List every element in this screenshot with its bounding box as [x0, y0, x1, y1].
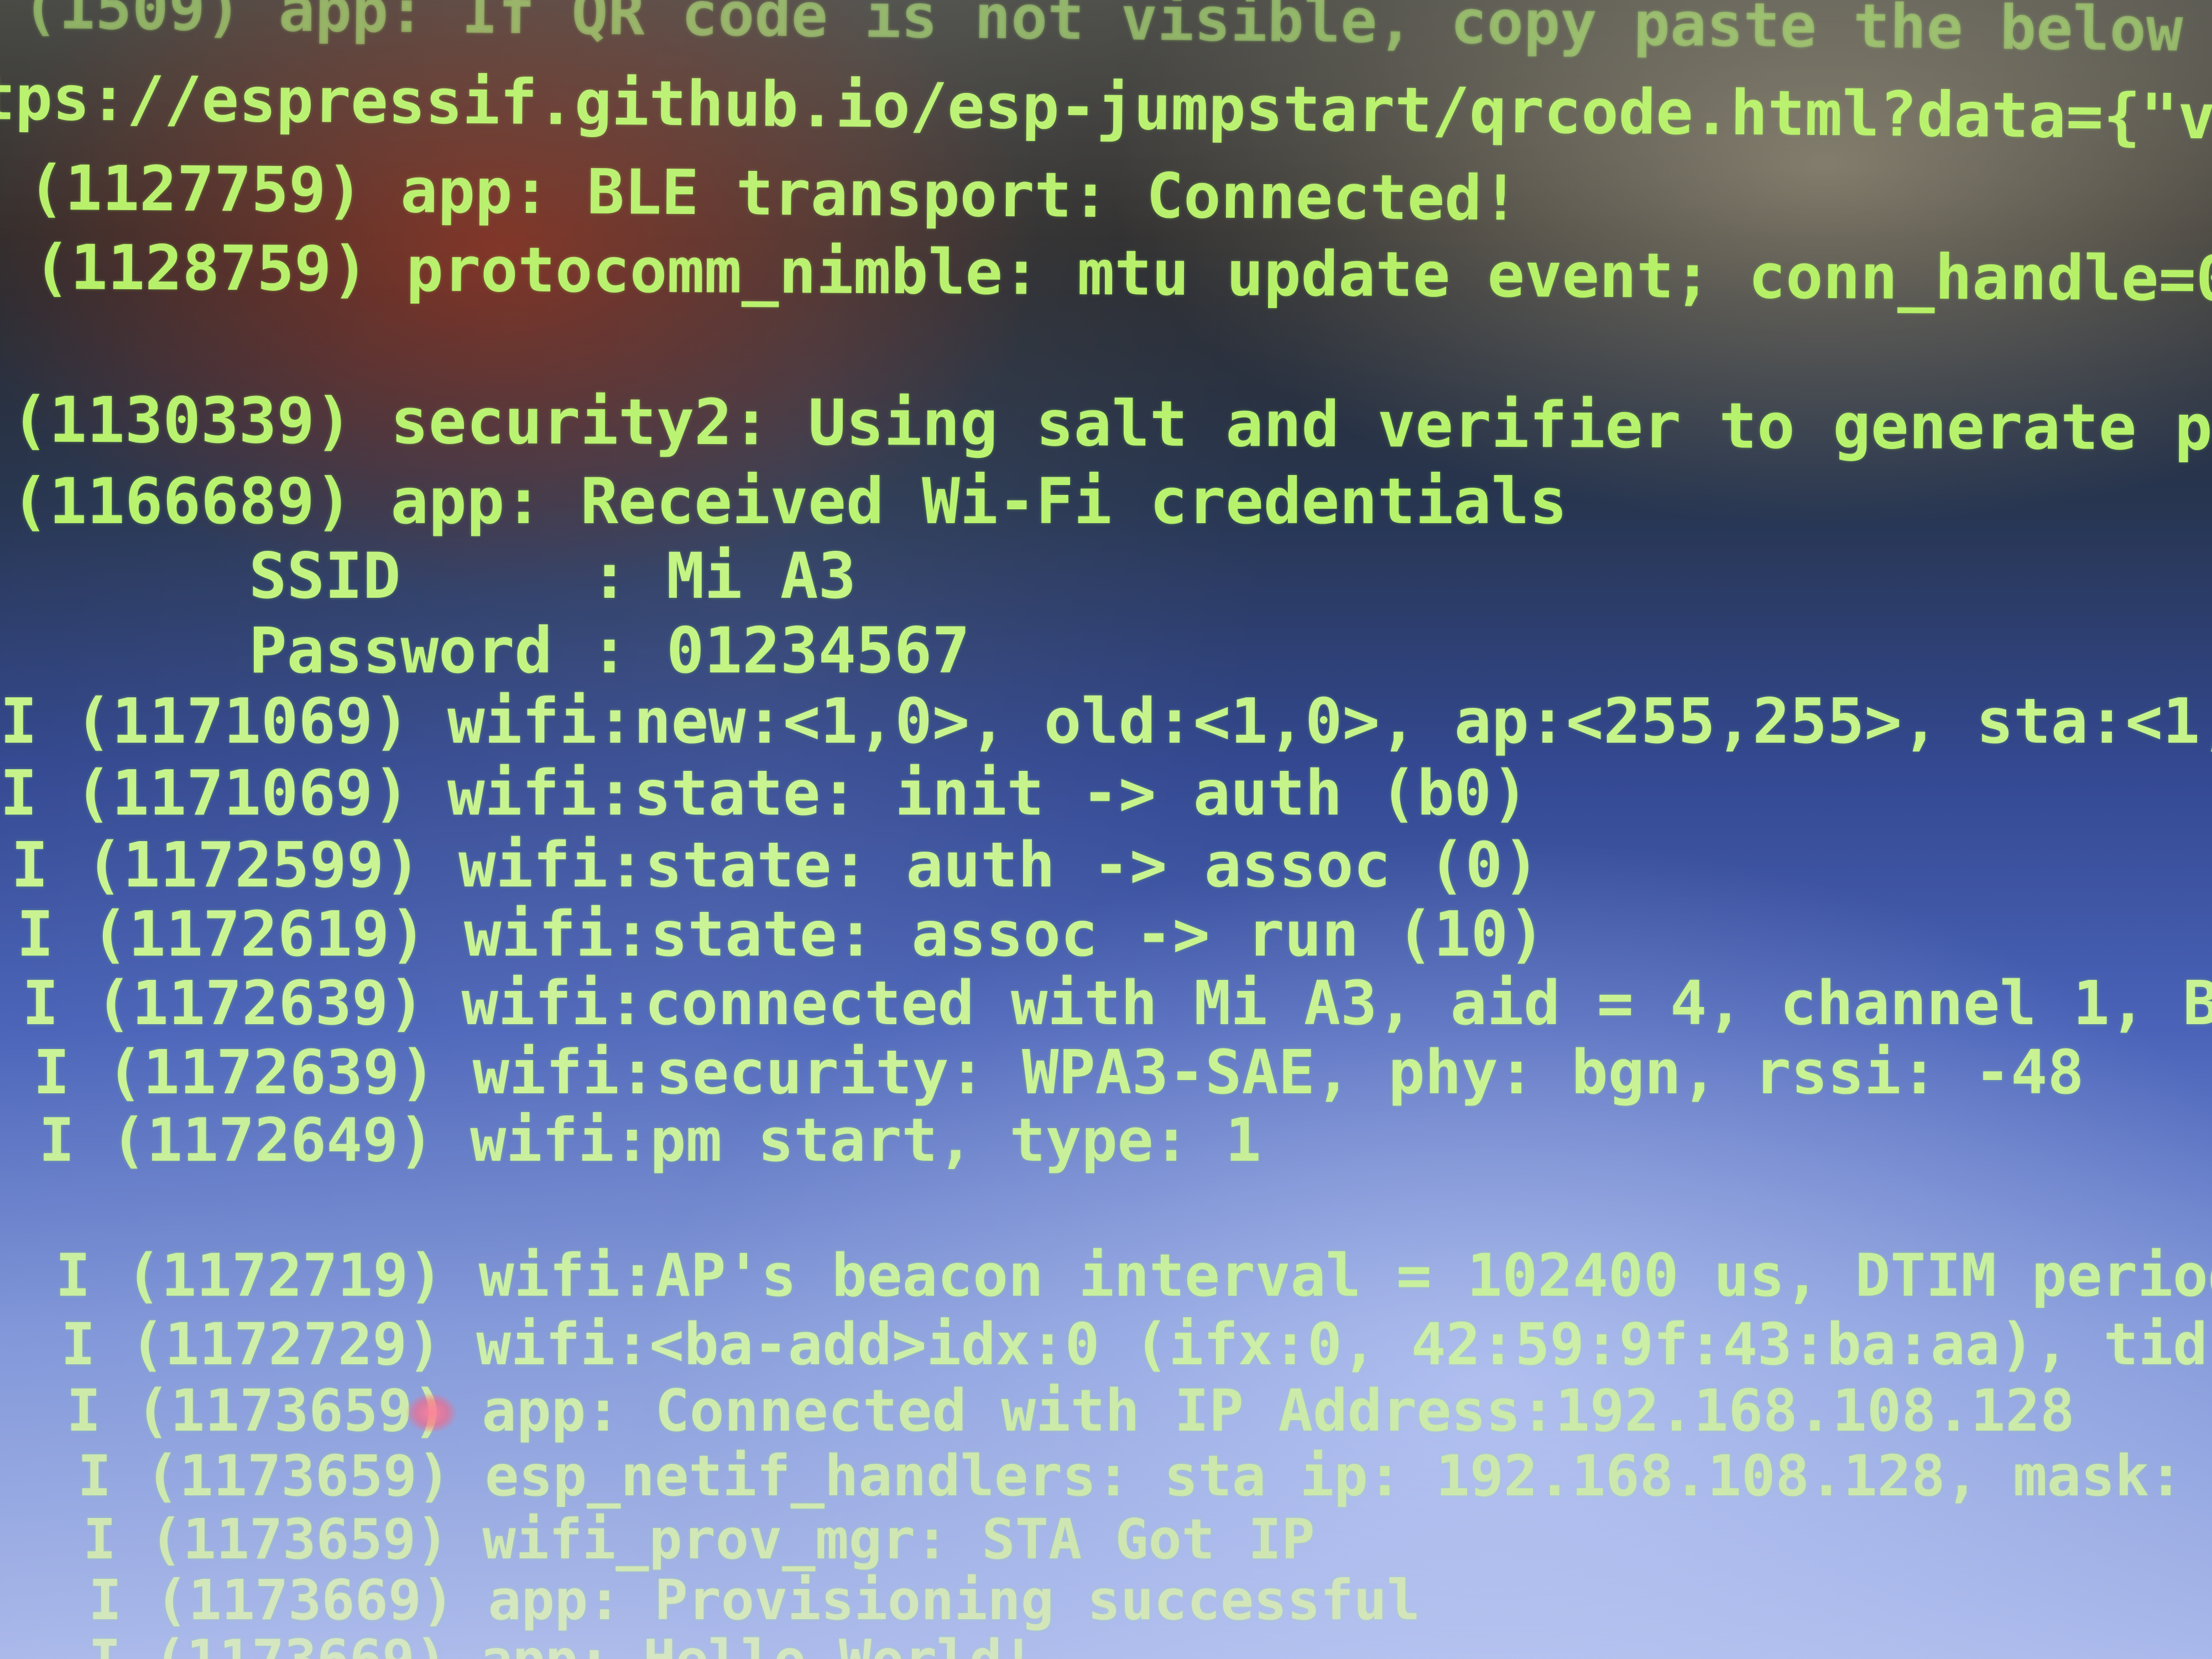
monitor-screen: (1509) app: If QR code is not visible, c… — [0, 0, 2212, 1659]
terminal-line-netif-handlers: I (1173659) esp_netif_handlers: sta ip: … — [77, 1443, 2212, 1509]
terminal-line-wifi-connected: I (1172639) wifi:connected with Mi A3, a… — [22, 968, 2212, 1039]
terminal-line-pm-start: I (1172649) wifi:pm start, type: 1 — [39, 1106, 1261, 1175]
terminal-line-ble-connected: (1127759) app: BLE transport: Connected! — [27, 152, 1520, 235]
terminal-line-state-auth-assoc: I (1172599) wifi:state: auth -> assoc (0… — [11, 830, 1540, 901]
led-reflection — [406, 1394, 456, 1432]
terminal-line-ssid: SSID : Mi A3 — [249, 539, 857, 613]
terminal-line-qr-hint: (1509) app: If QR code is not visible, c… — [22, 0, 2212, 66]
terminal-line-ip-address: I (1173659) app: Connected with IP Addre… — [66, 1377, 2075, 1444]
terminal-line-received-creds: (1166689) app: Received Wi-Fi credential… — [11, 465, 1567, 538]
terminal-line-qr-url: tps://espressif.github.io/esp-jumpstart/… — [0, 62, 2212, 154]
terminal-line-state-init-auth: I (1171069) wifi:state: init -> auth (b0… — [0, 758, 1529, 830]
terminal-line-prov-success: I (1173669) app: Provisioning successful — [88, 1568, 1421, 1632]
terminal-line-state-assoc-run: I (1172619) wifi:state: assoc -> run (10… — [17, 899, 1546, 971]
terminal-line-beacon-interval: I (1172719) wifi:AP's beacon interval = … — [55, 1241, 2212, 1310]
terminal-line-security2: (1130339) security2: Using salt and veri… — [11, 383, 2212, 465]
terminal-line-mtu-update: (1128759) protocomm_nimble: mtu update e… — [33, 232, 2212, 316]
terminal-line-wifi-new: I (1171069) wifi:new:<1,0>, old:<1,0>, a… — [0, 686, 2212, 758]
serial-monitor-terminal: (1509) app: If QR code is not visible, c… — [0, 0, 2212, 1659]
terminal-line-wifi-security: I (1172639) wifi:security: WPA3-SAE, phy… — [33, 1037, 2084, 1108]
terminal-line-ba-add: I (1172729) wifi:<ba-add>idx:0 (ifx:0, 4… — [61, 1311, 2212, 1378]
terminal-line-hello-world: I (1173669) app: Hello World! — [88, 1629, 1035, 1659]
terminal-line-prov-got-ip: I (1173659) wifi_prov_mgr: STA Got IP — [83, 1507, 1315, 1572]
terminal-line-password: Password : 01234567 — [249, 614, 971, 687]
